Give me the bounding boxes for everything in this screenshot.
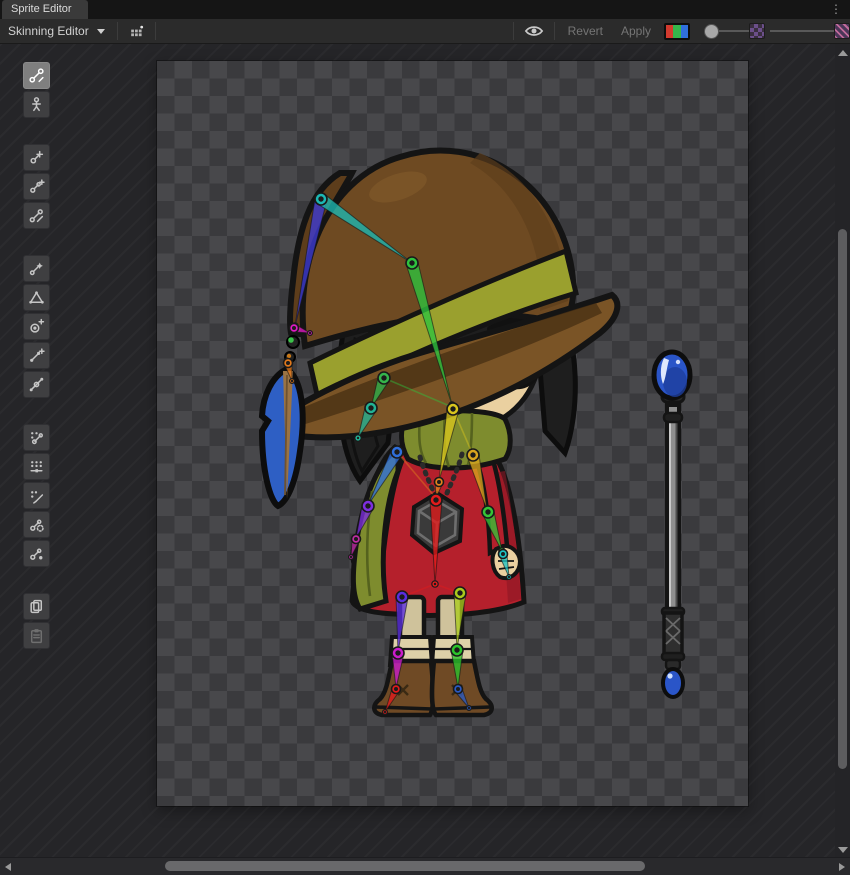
mesh-opacity-icon xyxy=(834,23,850,39)
bone-opacity-icon xyxy=(749,23,765,39)
toolbar-separator xyxy=(155,22,156,40)
mesh-opacity-slider-track[interactable] xyxy=(770,30,834,32)
tool-sprite-influence-icon[interactable] xyxy=(23,540,50,567)
chevron-down-icon xyxy=(97,29,105,34)
revert-button[interactable]: Revert xyxy=(559,20,612,42)
scroll-up-arrow-icon[interactable] xyxy=(838,50,848,56)
vertical-scroll-thumb[interactable] xyxy=(838,229,847,769)
tool-copy-icon[interactable] xyxy=(23,593,50,620)
sprite-canvas[interactable] xyxy=(157,61,748,806)
mode-dropdown[interactable]: Skinning Editor xyxy=(0,19,113,43)
tool-split-edge-icon[interactable] xyxy=(23,371,50,398)
bone-opacity-slider-track[interactable] xyxy=(719,30,749,32)
tool-auto-geometry-icon[interactable] xyxy=(23,255,50,282)
toolbar-separator xyxy=(117,22,118,40)
tool-edit-geometry-icon[interactable] xyxy=(23,284,50,311)
tool-group xyxy=(23,255,50,398)
tool-group xyxy=(23,593,50,649)
tool-group xyxy=(23,62,50,118)
tool-split-bone-icon[interactable] xyxy=(23,202,50,229)
sprite-atlas-icon[interactable] xyxy=(122,20,151,42)
kebab-menu-icon[interactable]: ⋮ xyxy=(830,1,842,18)
tool-restore-bind-pose-icon[interactable] xyxy=(23,91,50,118)
horizontal-scroll-thumb[interactable] xyxy=(165,861,645,871)
mode-dropdown-label: Skinning Editor xyxy=(8,24,89,38)
scroll-down-arrow-icon[interactable] xyxy=(838,847,848,853)
scroll-left-arrow-icon[interactable] xyxy=(5,863,11,871)
sprite-editor-window: Sprite Editor ⋮ Skinning Editor xyxy=(0,0,850,875)
tool-preview-pose-icon[interactable] xyxy=(23,62,50,89)
tool-group xyxy=(23,424,50,567)
skinning-editor-viewport xyxy=(0,44,850,858)
horizontal-scrollbar[interactable] xyxy=(0,857,850,875)
vertical-scrollbar[interactable] xyxy=(835,44,850,858)
visibility-eye-icon[interactable] xyxy=(518,20,550,42)
staff-sprite xyxy=(654,352,690,697)
tool-group xyxy=(23,144,50,229)
toolbar-separator xyxy=(554,22,555,40)
toolbar-separator xyxy=(513,22,514,40)
color-swatch-icon[interactable] xyxy=(664,23,690,40)
tool-paste-icon[interactable] xyxy=(23,622,50,649)
character-sprite xyxy=(157,61,748,806)
scroll-right-arrow-icon[interactable] xyxy=(839,863,845,871)
apply-button[interactable]: Apply xyxy=(612,20,660,42)
tool-edit-joints-icon[interactable] xyxy=(23,144,50,171)
tool-create-edge-icon[interactable] xyxy=(23,342,50,369)
tool-weight-slider-icon[interactable] xyxy=(23,453,50,480)
skinning-tools-sidebar xyxy=(23,62,50,649)
tool-bone-influence-icon[interactable] xyxy=(23,511,50,538)
tool-create-bone-icon[interactable] xyxy=(23,173,50,200)
bone-opacity-slider-handle[interactable] xyxy=(704,24,719,39)
tool-create-vertex-icon[interactable] xyxy=(23,313,50,340)
window-tab-bar: Sprite Editor ⋮ xyxy=(0,0,850,19)
tab-sprite-editor[interactable]: Sprite Editor xyxy=(2,0,88,19)
tool-auto-weights-icon[interactable] xyxy=(23,424,50,451)
toolbar: Skinning Editor Revert Apply xyxy=(0,19,850,44)
tool-weight-brush-icon[interactable] xyxy=(23,482,50,509)
